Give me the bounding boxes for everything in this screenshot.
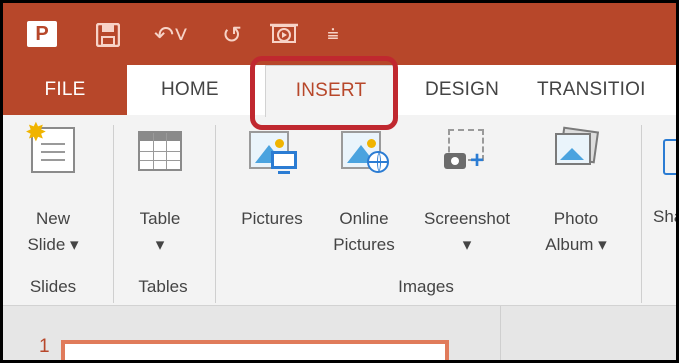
group-separator — [215, 125, 216, 303]
pictures-icon — [247, 127, 297, 174]
slide-thumbnail-pane: 1 — [3, 306, 676, 360]
group-label-slides: Slides — [29, 277, 77, 296]
screenshot-icon: + — [442, 127, 492, 173]
start-from-beginning-icon[interactable] — [267, 21, 301, 49]
table-label: Table — [139, 209, 181, 228]
online-pictures-label-line1: Online — [339, 209, 389, 228]
pictures-button[interactable]: Pictures — [227, 127, 317, 277]
table-button[interactable]: Table ▾ — [125, 127, 195, 277]
save-icon[interactable] — [95, 21, 121, 49]
group-label-images: Images — [398, 277, 454, 296]
redo-icon[interactable]: ↺ — [217, 21, 247, 49]
online-pictures-icon — [339, 127, 389, 173]
tab-file[interactable]: FILE — [3, 65, 127, 115]
online-pictures-button[interactable]: Online Pictures — [321, 127, 407, 277]
tab-transitions[interactable]: TRANSITIOI — [537, 65, 646, 115]
powerpoint-window: P ↶˅ ↺ ⩧ FILE HOME INSERT DESIGN TRANSIT… — [0, 0, 679, 363]
slide-thumbnail[interactable] — [61, 340, 449, 360]
table-icon — [138, 131, 182, 171]
powerpoint-icon[interactable]: P — [27, 21, 57, 47]
new-slide-button[interactable]: ✸ New Slide ▾ — [17, 119, 89, 277]
insert-tab-highlight — [250, 56, 398, 130]
table-dropdown-arrow: ▾ — [155, 235, 165, 254]
shapes-button[interactable]: Sha — [653, 207, 676, 237]
pane-divider[interactable] — [500, 306, 501, 360]
undo-icon[interactable]: ↶˅ — [149, 21, 193, 49]
photo-album-label-line2: Album ▾ — [545, 235, 607, 254]
online-pictures-label-line2: Pictures — [333, 235, 395, 254]
slide-number: 1 — [39, 336, 50, 357]
new-slide-icon: ✸ — [25, 119, 75, 173]
screenshot-label: Screenshot — [424, 209, 510, 228]
photo-album-label-line1: Photo — [553, 209, 599, 228]
ribbon-insert: ✸ New Slide ▾ Slides Table ▾ Tables Pict… — [3, 115, 676, 306]
photo-album-icon — [551, 126, 601, 173]
group-separator — [641, 125, 642, 303]
screenshot-dropdown-arrow: ▾ — [462, 235, 472, 254]
shapes-label: Sha — [653, 207, 676, 226]
tab-home[interactable]: HOME — [161, 65, 219, 115]
shapes-icon[interactable] — [663, 139, 676, 175]
tab-design[interactable]: DESIGN — [425, 65, 499, 115]
new-slide-label-line2: Slide ▾ — [27, 235, 79, 254]
photo-album-button[interactable]: Photo Album ▾ — [529, 126, 623, 277]
pictures-label: Pictures — [241, 209, 303, 228]
customize-qat-icon[interactable]: ⩧ — [321, 21, 345, 49]
new-slide-label-line1: New — [35, 209, 70, 228]
screenshot-button[interactable]: + Screenshot ▾ — [407, 127, 527, 277]
group-label-tables: Tables — [138, 277, 188, 296]
group-separator — [113, 125, 114, 303]
